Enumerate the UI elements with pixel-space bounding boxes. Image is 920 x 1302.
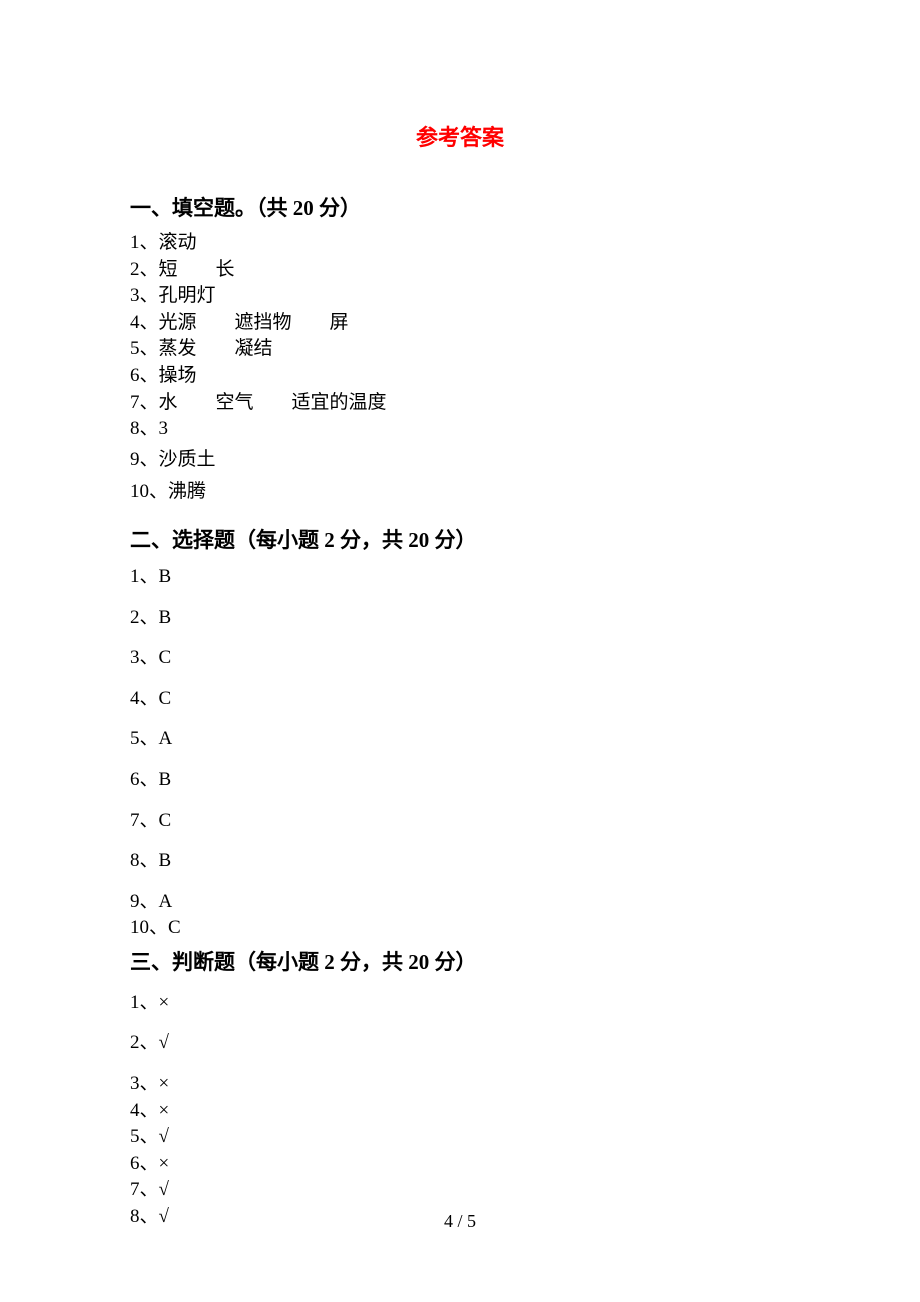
judge-answer: 1、× [130,990,790,1017]
judge-answer: 7、√ [130,1177,790,1204]
fill-blank-answer: 4、光源 遮挡物 屏 [130,310,790,337]
fill-blank-answer: 5、蒸发 凝结 [130,336,790,363]
judge-answer: 3、× [130,1071,790,1098]
fill-blank-answer: 7、水 空气 适宜的温度 [130,390,790,417]
judge-answer: 2、√ [130,1030,790,1057]
section-2-heading: 二、选择题（每小题 2 分，共 20 分） [130,524,790,554]
judge-answer: 4、× [130,1098,790,1125]
judge-answer: 6、× [130,1151,790,1178]
section-1-heading: 一、填空题。（共 20 分） [130,192,790,222]
choice-answer: 5、A [130,726,790,753]
choice-answer: 3、C [130,645,790,672]
section-3-heading: 三、判断题（每小题 2 分，共 20 分） [130,946,790,976]
fill-blank-answer: 2、短 长 [130,257,790,284]
fill-blank-answer: 9、沙质土 [130,447,790,474]
fill-blank-answer: 6、操场 [130,363,790,390]
fill-blank-answer: 1、滚动 [130,230,790,257]
choice-answer: 6、B [130,767,790,794]
choice-answer: 1、B [130,564,790,591]
fill-blank-answer: 8、3 [130,416,790,443]
fill-blank-answer: 10、沸腾 [130,479,790,506]
choice-answer: 7、C [130,808,790,835]
choice-answer: 8、B [130,848,790,875]
choice-answer: 9、A [130,889,790,916]
choice-answer: 2、B [130,605,790,632]
choice-answer: 4、C [130,686,790,713]
choice-answer: 10、C [130,915,790,942]
judge-answer: 5、√ [130,1124,790,1151]
document-title: 参考答案 [130,120,790,152]
page-number: 4 / 5 [0,1211,920,1232]
fill-blank-answer: 3、孔明灯 [130,283,790,310]
